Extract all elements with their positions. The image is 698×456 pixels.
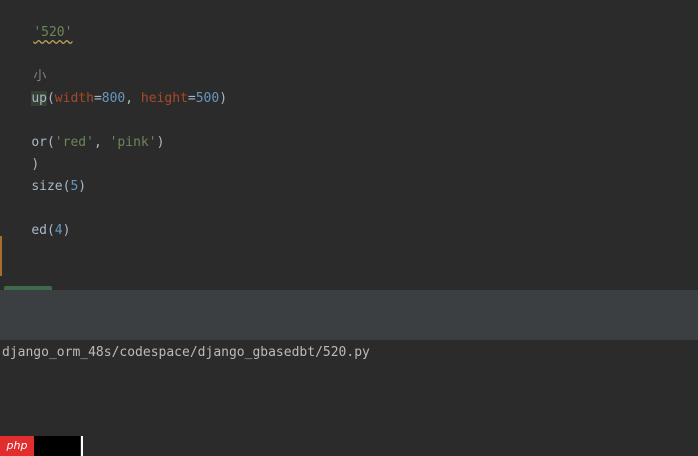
- separator: ,: [125, 91, 141, 106]
- value-speed: 4: [54, 223, 63, 238]
- console-output-path: django_orm_48s/codespace/django_gbasedbt…: [2, 345, 370, 360]
- code-line-paren[interactable]: ): [0, 132, 39, 172]
- separator: ,: [93, 135, 110, 150]
- string-red: 'red': [54, 135, 94, 150]
- run-tool-window-header[interactable]: [0, 290, 698, 315]
- code-line-color[interactable]: or('red', 'pink'): [0, 110, 164, 150]
- paren-close: ): [156, 135, 165, 150]
- function-name: ed(: [31, 223, 55, 238]
- watermark-box: [34, 436, 80, 456]
- php-logo: php: [0, 436, 34, 456]
- value-width: 800: [101, 91, 126, 106]
- param-width: width: [54, 91, 94, 106]
- equals: =: [187, 91, 196, 106]
- value-height: 500: [195, 91, 220, 106]
- paren-open: (: [46, 91, 55, 106]
- equals: =: [93, 91, 102, 106]
- code-line-setup[interactable]: up(width=800, height=500): [0, 66, 227, 106]
- text-cursor: [81, 436, 83, 456]
- run-tool-window-toolbar[interactable]: [0, 314, 698, 341]
- string-literal: '520': [33, 25, 73, 40]
- string-pink: 'pink': [109, 135, 157, 150]
- paren-close: ): [62, 223, 71, 238]
- paren-close: ): [219, 91, 228, 106]
- code-line-pensize[interactable]: size(5): [0, 154, 86, 194]
- param-height: height: [140, 91, 188, 106]
- paren-close: ): [78, 179, 87, 194]
- code-line-speed[interactable]: ed(4): [0, 198, 70, 238]
- function-name: up: [31, 91, 47, 106]
- code-editor[interactable]: '520' 小 up(width=800, height=500) or('re…: [0, 0, 698, 292]
- code-line-comment[interactable]: 小: [2, 44, 46, 84]
- run-console[interactable]: django_orm_48s/codespace/django_gbasedbt…: [0, 340, 698, 456]
- code-line-1[interactable]: '520': [2, 0, 72, 40]
- function-name: size(: [31, 179, 71, 194]
